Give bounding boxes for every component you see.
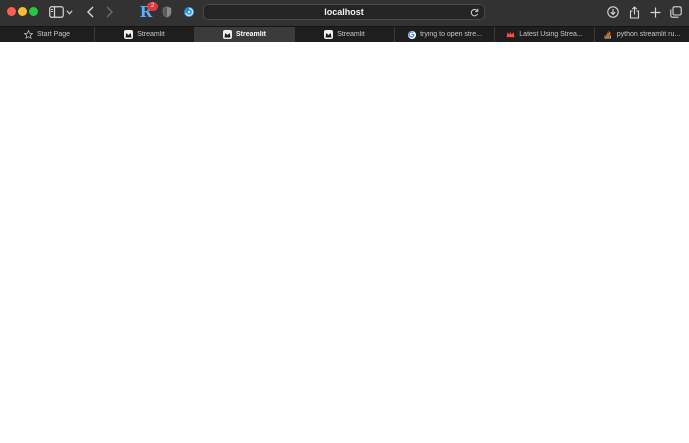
tab-bar: Start Page Streamlit Streamlit Streamlit… (0, 26, 689, 42)
back-arrow-icon[interactable] (84, 3, 96, 21)
tab-streamlit-3[interactable]: Streamlit (295, 27, 395, 42)
close-window-button[interactable] (7, 7, 16, 16)
star-icon (23, 30, 33, 39)
notification-badge: 2 (147, 2, 158, 11)
tab-label: Streamlit (236, 31, 266, 38)
plus-icon[interactable] (648, 3, 662, 21)
address-bar[interactable]: localhost (203, 4, 485, 20)
streamlit-icon (223, 30, 233, 39)
sidebar-icon[interactable] (48, 3, 64, 21)
tab-stackoverflow[interactable]: python streamlit ru... (595, 27, 689, 42)
streamlit-icon (124, 30, 134, 39)
tab-label: Start Page (36, 31, 71, 38)
tab-label: Latest Using Strea... (519, 31, 583, 38)
browser-window: R 2 localhost Start Page Streamlit Strea… (0, 0, 689, 443)
address-text: localhost (324, 7, 364, 17)
tab-streamlit-1[interactable]: Streamlit (95, 27, 195, 42)
tab-start-page[interactable]: Start Page (0, 27, 95, 42)
page-content[interactable] (0, 42, 689, 443)
maximize-window-button[interactable] (29, 7, 38, 16)
shield-extension-icon[interactable] (161, 3, 173, 21)
tab-streamlit-forum[interactable]: Latest Using Strea... (495, 27, 595, 42)
tab-streamlit-2[interactable]: Streamlit (195, 27, 295, 42)
download-icon[interactable] (606, 3, 620, 21)
tab-label: python streamlit ru... (616, 31, 681, 38)
chevron-down-icon[interactable] (65, 3, 74, 21)
tabs-overview-icon[interactable] (669, 3, 683, 21)
streamlit-icon (324, 30, 334, 39)
forward-arrow-icon[interactable] (103, 3, 115, 21)
streamlit-crown-icon (506, 30, 515, 39)
tab-label: Streamlit (337, 31, 365, 38)
tab-label: Streamlit (137, 31, 165, 38)
google-icon (407, 30, 416, 39)
minimize-window-button[interactable] (18, 7, 27, 16)
r-extension-icon[interactable]: R 2 (138, 2, 158, 21)
tab-label: trying to open stre... (420, 31, 482, 38)
circle-extension-icon[interactable] (182, 3, 196, 21)
tab-google-search[interactable]: trying to open stre... (395, 27, 495, 42)
stackoverflow-icon (604, 30, 613, 39)
browser-toolbar: R 2 localhost (0, 0, 689, 26)
reload-icon[interactable] (469, 7, 479, 17)
share-icon[interactable] (628, 3, 640, 21)
